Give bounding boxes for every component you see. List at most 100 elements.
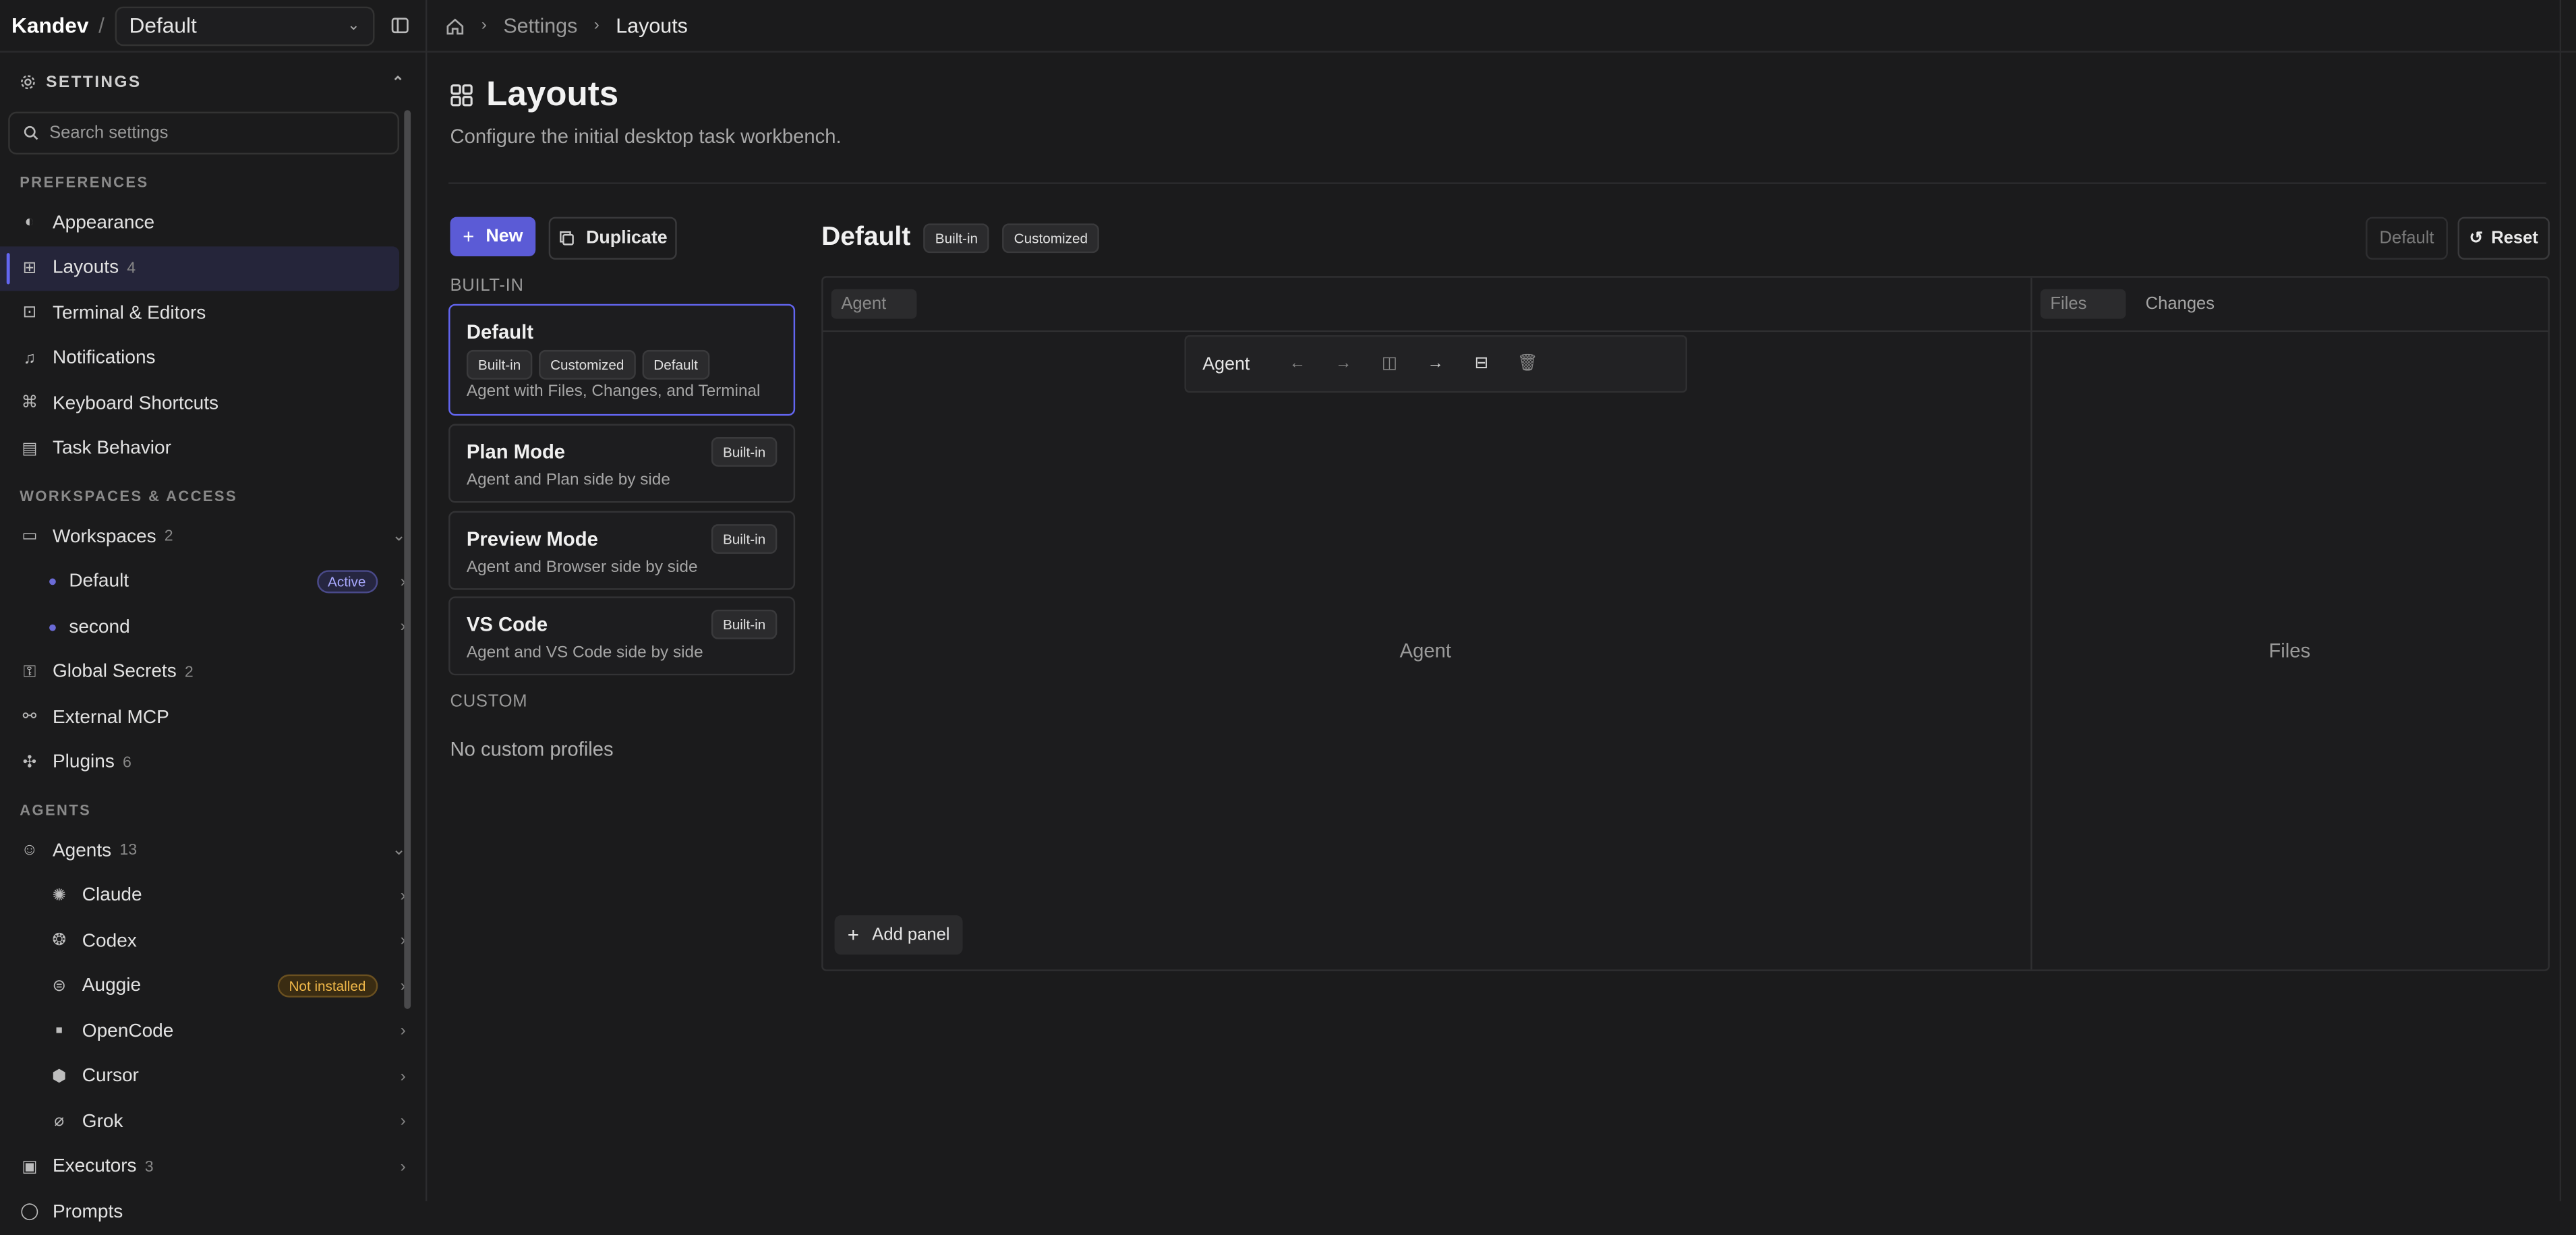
chevron-right-icon: ›: [400, 1067, 406, 1086]
not-installed-badge: Not installed: [277, 975, 378, 998]
sidebar-item-external-mcp[interactable]: ⚯ External MCP: [0, 695, 426, 741]
profile-card-vs-code[interactable]: VS Code Built-in Agent and VS Code side …: [448, 596, 796, 676]
profile-card-plan-mode[interactable]: Plan Mode Built-in Agent and Plan side b…: [448, 424, 796, 503]
sidebar-item-agent-claude[interactable]: ✺ Claude ›: [0, 873, 426, 919]
breadcrumb: › Settings › Layouts: [427, 0, 2576, 53]
sidebar-item-agents[interactable]: ☺ Agents 13 ⌄: [0, 828, 426, 873]
sidebar-scrollbar[interactable]: [404, 110, 411, 1009]
sidebar-item-notifications[interactable]: ♫ Notifications: [0, 336, 426, 381]
sidebar-item-label: Claude: [82, 886, 142, 906]
sidebar-item-workspaces[interactable]: ▭ Workspaces 2 ⌄: [0, 515, 426, 560]
new-button-label: New: [486, 227, 523, 247]
opencode-logo-icon: ■: [55, 1025, 63, 1037]
profile-card-preview-mode[interactable]: Preview Mode Built-in Agent and Browser …: [448, 511, 796, 590]
sidebar-item-global-secrets[interactable]: ⚿ Global Secrets 2: [0, 650, 426, 695]
breadcrumb-separator-icon: ›: [593, 16, 599, 35]
sidebar-item-label: second: [69, 617, 130, 637]
move-right-icon[interactable]: →: [1424, 355, 1447, 373]
page-title-text: Layouts: [486, 76, 619, 114]
new-profile-button[interactable]: + New: [450, 217, 536, 257]
preview-pane-files[interactable]: Files Changes Files: [2032, 278, 2548, 970]
reset-button-label: Reset: [2491, 228, 2538, 248]
sidebar-item-label: Cursor: [82, 1066, 139, 1087]
layout-grid-icon: [450, 84, 473, 107]
arrow-right-icon[interactable]: →: [1332, 355, 1355, 373]
sidebar-item-label: OpenCode: [82, 1021, 174, 1041]
profile-name: Default: [466, 320, 533, 344]
settings-section-title: SETTINGS: [46, 73, 142, 92]
breadcrumb-settings[interactable]: Settings: [503, 14, 577, 37]
builtin-pill: Built-in: [711, 609, 778, 639]
openai-logo-icon: ❂: [52, 931, 66, 950]
bot-icon: ☺: [21, 841, 38, 860]
profile-name: Plan Mode: [466, 440, 566, 464]
sidebar-item-executors[interactable]: ▣ Executors 3 ›: [0, 1145, 426, 1190]
search-placeholder: Search settings: [49, 123, 169, 143]
sidebar-item-task-behavior[interactable]: ▤ Task Behavior: [0, 426, 426, 471]
sidebar-item-label: Keyboard Shortcuts: [52, 394, 219, 414]
main-content: › Settings › Layouts Layouts Configure t…: [427, 0, 2576, 1201]
builtin-pill: Built-in: [711, 524, 778, 554]
sidebar-item-agent-cursor[interactable]: ⬢ Cursor ›: [0, 1054, 426, 1099]
sidebar-item-count: 2: [164, 527, 173, 546]
tab-changes[interactable]: Changes: [2136, 289, 2225, 319]
app-brand[interactable]: Kandev: [11, 13, 88, 38]
cpu-icon: ▣: [22, 1157, 38, 1176]
add-panel-label: Add panel: [872, 925, 950, 945]
claude-logo-icon: ✺: [52, 886, 66, 905]
duplicate-profile-button[interactable]: Duplicate: [548, 217, 677, 260]
sidebar-item-label: External MCP: [52, 708, 169, 728]
sidebar-item-agent-auggie[interactable]: ⊜ Auggie Not installed ›: [0, 964, 426, 1009]
sidebar-item-keyboard-shortcuts[interactable]: ⌘ Keyboard Shortcuts: [0, 381, 426, 426]
key-icon: ⚿: [23, 663, 36, 682]
sidebar-topbar: Kandev / Default ⌄: [0, 0, 426, 53]
sidebar-item-plugins[interactable]: ✣ Plugins 6: [0, 741, 426, 786]
bell-icon: ♫: [23, 349, 36, 368]
home-icon[interactable]: [445, 16, 465, 35]
cursor-logo-icon: ⬢: [52, 1067, 67, 1086]
reset-icon: ↺: [2469, 229, 2484, 248]
sidebar-item-agent-grok[interactable]: ⌀ Grok ›: [0, 1099, 426, 1145]
sidebar-item-workspace-default[interactable]: Default Active ›: [0, 560, 426, 605]
pane-tabbar: Files Changes: [2032, 278, 2548, 333]
breadcrumb-separator-icon: ›: [481, 16, 487, 35]
trash-icon[interactable]: 🗑︎: [1516, 355, 1539, 373]
sidebar-item-label: Layouts: [52, 258, 119, 279]
search-settings-input[interactable]: Search settings: [8, 111, 399, 155]
profile-description: Agent and VS Code side by side: [466, 643, 703, 662]
custom-empty-state: No custom profiles: [450, 737, 614, 761]
sidebar-item-workspace-second[interactable]: second ›: [0, 605, 426, 650]
split-vertical-icon[interactable]: ◫: [1378, 355, 1401, 373]
custom-section-label: CUSTOM: [450, 691, 528, 712]
tab-files[interactable]: Files: [2040, 289, 2126, 319]
pane-placeholder-agent: Agent: [1399, 639, 1452, 662]
panel-toolbar: Agent ← → ◫ → ⊟ 🗑︎: [1184, 335, 1687, 393]
sidebar-item-terminal-editors[interactable]: ⊡ Terminal & Editors: [0, 291, 426, 336]
preview-pane-agent[interactable]: Agent Agent ← → ◫ → ⊟ 🗑︎ Agent + Add pan…: [823, 277, 2032, 970]
sidebar-item-appearance[interactable]: ◐ Appearance: [0, 200, 426, 246]
builtin-pill: Built-in: [923, 223, 990, 254]
page-scrollbar-track[interactable]: [2559, 0, 2576, 1201]
arrow-left-icon[interactable]: ←: [1286, 355, 1309, 373]
profile-card-default[interactable]: Default Built-in Customized Default Agen…: [448, 304, 796, 416]
plus-icon: +: [463, 225, 475, 248]
tab-agent[interactable]: Agent: [831, 289, 917, 319]
editor-title: Default: [821, 223, 911, 252]
sidebar-item-label: Agents: [52, 840, 112, 861]
reset-button[interactable]: ↺ Reset: [2457, 217, 2550, 260]
collapse-icon[interactable]: ⌃: [392, 73, 406, 91]
sidebar-item-label: Grok: [82, 1112, 123, 1132]
sidebar-item-agent-codex[interactable]: ❂ Codex ›: [0, 919, 426, 964]
workspace-dot-icon: [49, 579, 56, 585]
copy-icon: [559, 231, 574, 246]
split-horizontal-icon[interactable]: ⊟: [1470, 355, 1493, 373]
sidebar-item-layouts[interactable]: ⊞ Layouts 4: [0, 246, 399, 291]
sidebar-item-agent-opencode[interactable]: ■ OpenCode ›: [0, 1009, 426, 1054]
sidebar-item-prompts[interactable]: ◯ Prompts: [0, 1190, 426, 1235]
auggie-logo-icon: ⊜: [52, 977, 66, 996]
workspace-select[interactable]: Default ⌄: [114, 5, 375, 45]
add-panel-button[interactable]: + Add panel: [834, 915, 963, 955]
set-default-button[interactable]: Default: [2366, 217, 2448, 260]
profile-description: Agent with Files, Changes, and Terminal: [466, 382, 761, 401]
toggle-sidebar-button[interactable]: [384, 11, 414, 40]
